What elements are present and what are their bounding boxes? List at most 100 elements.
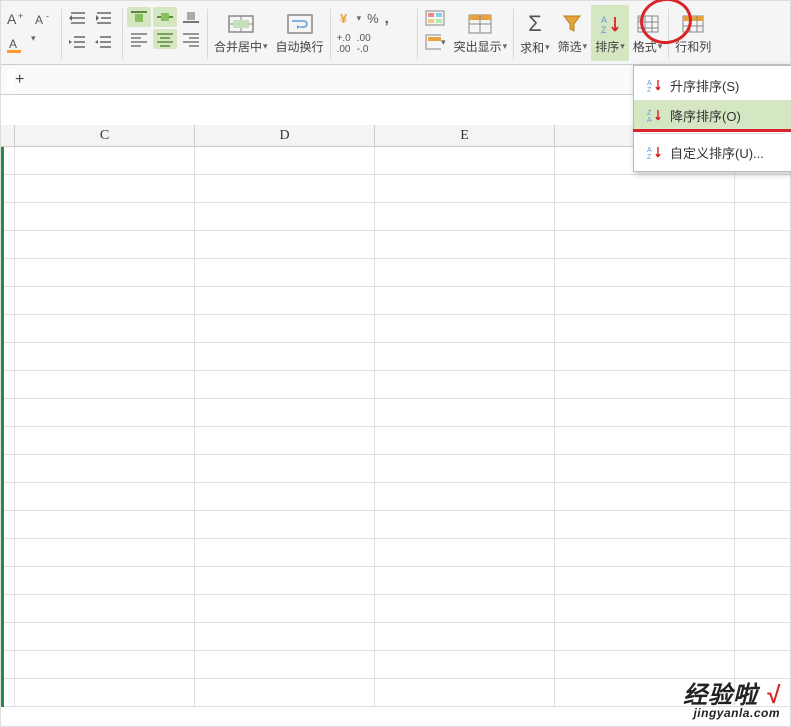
cell[interactable] [555,623,735,651]
cell[interactable] [1,343,15,371]
cell[interactable] [1,483,15,511]
cell[interactable] [15,511,195,539]
cell[interactable] [195,427,375,455]
col-header-partial[interactable] [1,125,15,147]
sort-asc-item[interactable]: AZ 升序排序(S) [634,70,791,100]
cell[interactable] [15,203,195,231]
cell[interactable] [15,343,195,371]
cell[interactable] [195,567,375,595]
increase-indent-button[interactable] [92,7,116,29]
cell[interactable] [1,203,15,231]
cell[interactable] [1,371,15,399]
sort-custom-item[interactable]: AZ 自定义排序(U)... [634,137,791,167]
cell[interactable] [15,567,195,595]
currency-button[interactable]: ¥▾ [335,7,364,29]
cell[interactable] [1,623,15,651]
filter-button[interactable]: 筛选▾ [554,5,592,61]
cell[interactable] [15,315,195,343]
cell[interactable] [195,203,375,231]
cell[interactable] [15,651,195,679]
cell[interactable] [1,175,15,203]
cell[interactable] [375,511,555,539]
cell[interactable] [195,539,375,567]
cell[interactable] [555,259,735,287]
cell[interactable] [1,595,15,623]
cell[interactable] [1,539,15,567]
decrease-indent-button[interactable] [66,7,90,29]
col-header-d[interactable]: D [195,125,375,147]
cell[interactable] [195,315,375,343]
cell[interactable] [1,679,15,707]
cell[interactable] [375,371,555,399]
col-header-e[interactable]: E [375,125,555,147]
cell[interactable] [555,315,735,343]
cell[interactable] [555,175,735,203]
cell[interactable] [555,203,735,231]
cell[interactable] [375,399,555,427]
cell[interactable] [555,567,735,595]
cell[interactable] [195,231,375,259]
cell[interactable] [375,567,555,595]
cell[interactable] [555,539,735,567]
cell[interactable] [195,623,375,651]
cell[interactable] [375,427,555,455]
decrease-font-button[interactable]: A- [31,7,57,31]
percent-button[interactable]: % [365,9,381,28]
cell[interactable] [375,203,555,231]
cell[interactable] [1,315,15,343]
cell[interactable] [15,371,195,399]
chevron-down-icon[interactable]: ▾ [31,33,36,57]
cell[interactable] [195,371,375,399]
align-top-button[interactable] [127,7,151,27]
cell[interactable] [375,147,555,175]
cell[interactable] [375,175,555,203]
cell[interactable] [1,455,15,483]
cell[interactable] [1,259,15,287]
cell[interactable] [375,287,555,315]
cell[interactable] [15,287,195,315]
cell[interactable] [15,427,195,455]
cell-styles-button[interactable]: ▾ [422,31,448,53]
plus-icon[interactable]: + [15,71,24,89]
cell[interactable] [15,259,195,287]
cell[interactable] [15,175,195,203]
font-color-button[interactable]: A [3,33,29,57]
cell[interactable] [195,259,375,287]
cell[interactable] [555,595,735,623]
cond-format-button[interactable] [422,7,448,29]
align-left-button[interactable] [127,29,151,49]
cell[interactable] [555,483,735,511]
cell[interactable] [1,511,15,539]
col-header-c[interactable]: C [15,125,195,147]
cell[interactable] [555,231,735,259]
cell[interactable] [375,651,555,679]
cell[interactable] [15,483,195,511]
cell[interactable] [15,679,195,707]
cell[interactable] [555,427,735,455]
cell[interactable] [15,539,195,567]
cell[interactable] [195,679,375,707]
cell[interactable] [15,623,195,651]
cell[interactable] [15,595,195,623]
cell[interactable] [555,399,735,427]
cell[interactable] [195,651,375,679]
wrap-text-button[interactable]: 自动换行 [272,5,328,61]
cell[interactable] [555,287,735,315]
cell[interactable] [375,315,555,343]
align-center-button[interactable] [153,29,177,49]
align-middle-button[interactable] [153,7,177,27]
merge-center-button[interactable]: 合并居中▾ [210,5,272,61]
cell[interactable] [195,343,375,371]
comma-button[interactable]: , [383,8,391,29]
sort-button[interactable]: AZ 排序▾ [591,5,629,61]
outdent-button[interactable] [66,31,90,53]
cell[interactable] [195,595,375,623]
row-col-button[interactable]: 行和列 [671,5,711,61]
cell[interactable] [1,231,15,259]
align-right-button[interactable] [179,29,203,49]
cell[interactable] [555,343,735,371]
cell[interactable] [375,483,555,511]
cell[interactable] [15,231,195,259]
cell[interactable] [195,175,375,203]
cell[interactable] [375,539,555,567]
